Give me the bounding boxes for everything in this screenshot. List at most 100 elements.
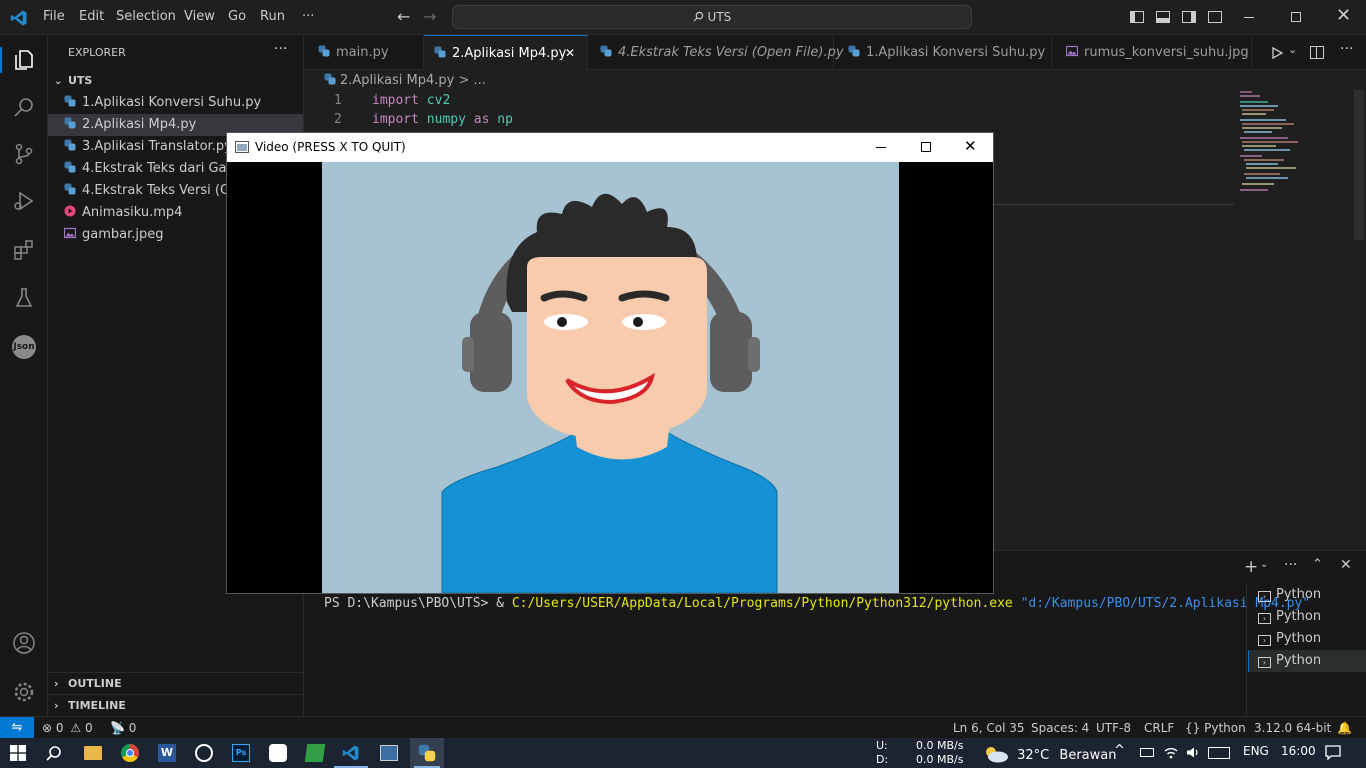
toggle-secondary-sidebar-icon[interactable] xyxy=(1182,11,1196,23)
maximize-icon[interactable] xyxy=(921,142,931,152)
terminal-instance[interactable]: › Python xyxy=(1248,606,1366,628)
terminal-instance-active[interactable]: › Python xyxy=(1248,650,1366,672)
tab-rumus-konversi[interactable]: rumus_konversi_suhu.jpg xyxy=(1052,35,1252,70)
terminal-command[interactable]: PS D:\Kampus\PBO\UTS> & C:/Users/USER/Ap… xyxy=(324,596,1310,611)
minimap[interactable] xyxy=(1238,90,1334,200)
vscode-logo-icon[interactable] xyxy=(10,9,28,27)
broadcast-icon: 📡 xyxy=(110,721,125,735)
word-app-icon[interactable]: W xyxy=(158,744,176,762)
taskbar-search-icon[interactable] xyxy=(46,745,62,761)
battery-icon[interactable] xyxy=(1140,748,1154,757)
menu-run[interactable]: Run xyxy=(260,9,285,24)
run-file-icon[interactable] xyxy=(1270,46,1284,60)
close-icon[interactable]: ✕ xyxy=(964,137,977,155)
ports-status[interactable]: 📡 0 xyxy=(110,717,136,739)
split-editor-icon[interactable] xyxy=(1310,46,1324,59)
run-dropdown-chevron-icon[interactable]: ⌄ xyxy=(1288,43,1297,56)
minimize-icon[interactable] xyxy=(876,147,886,148)
restore-window-icon[interactable] xyxy=(1291,12,1301,22)
editor-scrollbar[interactable] xyxy=(1354,90,1364,240)
more-actions-icon[interactable]: ··· xyxy=(1340,41,1353,57)
python-interpreter[interactable]: 3.12.0 64-bit xyxy=(1254,717,1331,739)
python-file-icon xyxy=(318,45,330,57)
folder-uts[interactable]: ⌄ UTS xyxy=(48,70,303,92)
menu-go[interactable]: Go xyxy=(228,9,246,24)
net-download-label: D: xyxy=(876,753,889,766)
video-window-titlebar[interactable]: Video (PRESS X TO QUIT) ✕ xyxy=(227,133,993,162)
volume-icon[interactable] xyxy=(1186,746,1200,759)
toggle-primary-sidebar-icon[interactable] xyxy=(1130,11,1144,23)
close-panel-icon[interactable]: ✕ xyxy=(1340,557,1352,573)
windows-start-icon[interactable] xyxy=(10,745,26,761)
terminal-dropdown-chevron-icon[interactable]: ⌄ xyxy=(1260,559,1268,570)
capcut-app-icon[interactable] xyxy=(269,744,287,762)
file-explorer-app-icon[interactable] xyxy=(84,746,102,760)
search-icon xyxy=(693,11,703,22)
terminal-instance[interactable]: › Python xyxy=(1248,628,1366,650)
panel-more-icon[interactable]: ··· xyxy=(1284,557,1297,573)
vscode-app-icon[interactable] xyxy=(342,744,360,762)
video-file-icon xyxy=(64,205,76,217)
wifi-icon[interactable] xyxy=(1164,746,1178,759)
minimize-window-icon[interactable] xyxy=(1244,17,1254,18)
toggle-panel-icon[interactable] xyxy=(1156,11,1170,23)
python-app-button[interactable] xyxy=(410,738,444,768)
end-of-line[interactable]: CRLF xyxy=(1144,717,1174,739)
customize-layout-icon[interactable] xyxy=(1208,11,1222,23)
outline-section[interactable]: › OUTLINE xyxy=(48,672,303,694)
language-mode[interactable]: {} Python xyxy=(1185,717,1246,739)
cursor-position[interactable]: Ln 6, Col 35 xyxy=(953,717,1025,739)
maximize-panel-icon[interactable]: ⌃ xyxy=(1312,557,1323,572)
show-hidden-icons-chevron-icon[interactable]: ^ xyxy=(1114,743,1125,758)
account-icon[interactable] xyxy=(12,631,36,655)
whatsapp-app-icon[interactable] xyxy=(195,744,213,762)
source-control-icon[interactable] xyxy=(12,142,36,166)
menu-edit[interactable]: Edit xyxy=(79,9,104,24)
remote-desktop-app-icon[interactable] xyxy=(380,745,398,761)
tab-ekstrak-teks-versi[interactable]: 4.Ekstrak Teks Versi (Open File).py xyxy=(588,35,844,70)
problems-status[interactable]: ⊗ 0 ⚠ 0 xyxy=(42,717,93,739)
keyboard-icon[interactable] xyxy=(1208,747,1230,759)
file-label: 1.Aplikasi Konversi Suhu.py xyxy=(82,95,262,110)
code-line-1[interactable]: import cv2 xyxy=(372,93,450,108)
back-arrow-icon[interactable]: ← xyxy=(397,7,410,26)
tab-main-py[interactable]: main.py xyxy=(304,35,424,70)
explorer-icon[interactable] xyxy=(12,48,36,72)
forward-arrow-icon[interactable]: → xyxy=(423,7,436,26)
clock-time[interactable]: 16:00 xyxy=(1281,744,1316,758)
breadcrumb-text: 2.Aplikasi Mp4.py > ... xyxy=(340,73,486,88)
search-icon[interactable] xyxy=(12,95,36,119)
new-terminal-plus-icon[interactable]: + xyxy=(1244,557,1258,577)
input-language[interactable]: ENG xyxy=(1243,744,1269,758)
tab-close-icon[interactable]: ✕ xyxy=(565,36,575,71)
close-window-icon[interactable]: ✕ xyxy=(1336,5,1351,26)
sheets-app-icon[interactable] xyxy=(304,744,326,762)
json-extension-icon[interactable]: Json xyxy=(12,335,36,359)
notifications-bell-icon[interactable]: 🔔 xyxy=(1337,717,1352,739)
python-file-icon xyxy=(64,183,76,195)
terminal-instance[interactable]: › Python xyxy=(1248,584,1366,606)
weather-widget[interactable]: 32°C Berawan xyxy=(983,745,1116,763)
settings-gear-icon[interactable] xyxy=(12,680,36,704)
remote-indicator-icon[interactable]: ⇋ xyxy=(0,717,34,738)
file-item[interactable]: 1.Aplikasi Konversi Suhu.py xyxy=(48,92,303,114)
timeline-section[interactable]: › TIMELINE xyxy=(48,694,303,716)
explorer-more-icon[interactable]: ··· xyxy=(274,41,287,57)
tab-aplikasi-mp4[interactable]: 2.Aplikasi Mp4.py ✕ xyxy=(424,35,588,70)
menu-view[interactable]: View xyxy=(184,9,215,24)
extensions-icon[interactable] xyxy=(12,238,36,262)
photoshop-app-icon[interactable]: Ps xyxy=(232,744,250,762)
menu-selection[interactable]: Selection xyxy=(116,9,176,24)
code-line-2[interactable]: import numpy as np xyxy=(372,112,513,127)
testing-icon[interactable] xyxy=(12,286,36,310)
menu-more[interactable]: ··· xyxy=(302,9,314,24)
run-debug-icon[interactable] xyxy=(12,189,36,213)
tab-konversi-suhu[interactable]: 1.Aplikasi Konversi Suhu.py xyxy=(834,35,1052,70)
notification-center-icon[interactable] xyxy=(1325,745,1341,760)
video-window[interactable]: Video (PRESS X TO QUIT) ✕ xyxy=(226,132,994,594)
command-center-search[interactable]: UTS xyxy=(452,5,972,29)
menu-file[interactable]: File xyxy=(43,9,65,24)
indentation[interactable]: Spaces: 4 xyxy=(1031,717,1089,739)
encoding[interactable]: UTF-8 xyxy=(1096,717,1131,739)
chrome-app-icon[interactable] xyxy=(121,744,139,762)
